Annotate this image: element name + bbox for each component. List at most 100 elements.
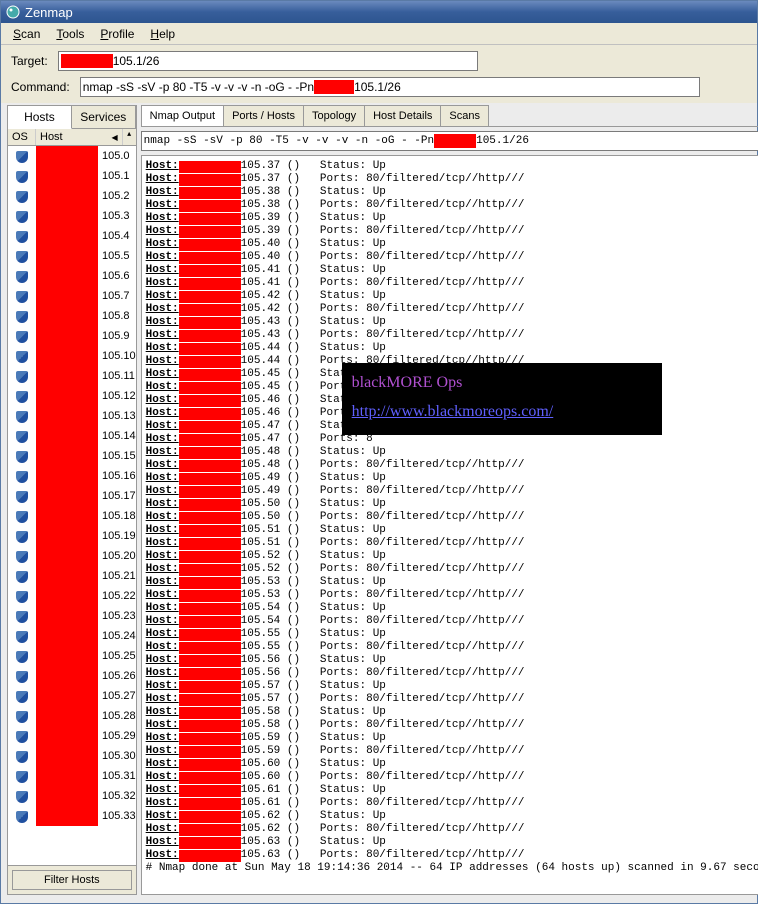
host-row[interactable]: 105.12 bbox=[8, 386, 136, 406]
host-row[interactable]: 105.11 bbox=[8, 366, 136, 386]
output-host-label: Host: bbox=[146, 680, 179, 693]
host-row[interactable]: 105.15 bbox=[8, 446, 136, 466]
output-host-label: Host: bbox=[146, 394, 179, 407]
host-row[interactable]: 105.2 bbox=[8, 186, 136, 206]
col-header-os[interactable]: OS bbox=[8, 129, 36, 145]
host-row[interactable]: 105.26 bbox=[8, 666, 136, 686]
output-line: Host: 105.48 () Ports: 80/filtered/tcp//… bbox=[146, 459, 758, 472]
host-row[interactable]: 105.14 bbox=[8, 426, 136, 446]
host-redacted bbox=[36, 626, 98, 646]
tab-scans[interactable]: Scans bbox=[440, 105, 489, 126]
output-line: Host: 105.61 () Status: Up bbox=[146, 784, 758, 797]
os-icon bbox=[8, 789, 36, 803]
host-row[interactable]: 105.27 bbox=[8, 686, 136, 706]
watermark-link: http://www.blackmoreops.com/ bbox=[352, 403, 554, 420]
host-suffix: 105.7 bbox=[98, 290, 130, 302]
output-redacted bbox=[179, 759, 241, 771]
host-suffix: 105.0 bbox=[98, 150, 130, 162]
output-line: Host: 105.48 () Status: Up bbox=[146, 446, 758, 459]
host-row[interactable]: 105.6 bbox=[8, 266, 136, 286]
scroll-up-icon[interactable]: ▴ bbox=[122, 129, 136, 145]
host-row[interactable]: 105.1 bbox=[8, 166, 136, 186]
host-suffix: 105.2 bbox=[98, 190, 130, 202]
host-row[interactable]: 105.32 bbox=[8, 786, 136, 806]
host-row[interactable]: 105.31 bbox=[8, 766, 136, 786]
output-host-label: Host: bbox=[146, 472, 179, 485]
output-host-label: Host: bbox=[146, 615, 179, 628]
host-suffix: 105.5 bbox=[98, 250, 130, 262]
host-row[interactable]: 105.18 bbox=[8, 506, 136, 526]
host-row[interactable]: 105.10 bbox=[8, 346, 136, 366]
output-host-label: Host: bbox=[146, 589, 179, 602]
host-row[interactable]: 105.3 bbox=[8, 206, 136, 226]
host-row[interactable]: 105.30 bbox=[8, 746, 136, 766]
host-row[interactable]: 105.8 bbox=[8, 306, 136, 326]
output-line: Host: 105.63 () Status: Up bbox=[146, 836, 758, 849]
menu-tools[interactable]: Tools bbox=[50, 25, 90, 43]
host-row[interactable]: 105.13 bbox=[8, 406, 136, 426]
tab-host-details[interactable]: Host Details bbox=[364, 105, 441, 126]
host-row[interactable]: 105.24 bbox=[8, 626, 136, 646]
host-redacted bbox=[36, 546, 98, 566]
host-row[interactable]: 105.0 bbox=[8, 146, 136, 166]
menu-profile[interactable]: Profile bbox=[94, 25, 140, 43]
tab-hosts[interactable]: Hosts bbox=[8, 106, 72, 129]
host-list[interactable]: 105.0 105.1 105.2 105.3105.4 105.5 105.6 105.7… bbox=[8, 146, 136, 865]
target-label: Target: bbox=[11, 54, 48, 68]
host-row[interactable]: 105.20 bbox=[8, 546, 136, 566]
host-redacted bbox=[36, 326, 98, 346]
command-input[interactable]: nmap -sS -sV -p 80 -T5 -v -v -v -n -oG -… bbox=[80, 77, 700, 97]
output-host-label: Host: bbox=[146, 537, 179, 550]
watermark-line1: blackMORE Ops bbox=[352, 369, 652, 398]
filter-hosts-button[interactable]: Filter Hosts bbox=[12, 870, 132, 890]
menu-help[interactable]: Help bbox=[144, 25, 181, 43]
host-row[interactable]: 105.22 bbox=[8, 586, 136, 606]
host-row[interactable]: 105.16 bbox=[8, 466, 136, 486]
nmap-output[interactable]: blackMORE Ops http://www.blackmoreops.co… bbox=[141, 155, 758, 895]
host-row[interactable]: 105.21 bbox=[8, 566, 136, 586]
output-line: Host: 105.54 () Status: Up bbox=[146, 602, 758, 615]
command-display[interactable]: nmap -sS -sV -p 80 -T5 -v -v -v -n -oG -… bbox=[141, 131, 758, 151]
os-icon bbox=[8, 629, 36, 643]
target-row: Target: 105.1/26 bbox=[1, 45, 757, 77]
target-input[interactable]: 105.1/26 bbox=[58, 51, 478, 71]
output-redacted bbox=[179, 330, 241, 342]
tab-ports-hosts[interactable]: Ports / Hosts bbox=[223, 105, 304, 126]
output-redacted bbox=[179, 434, 241, 446]
tab-nmap-output[interactable]: Nmap Output bbox=[141, 105, 224, 126]
output-line: Host: 105.40 () Status: Up bbox=[146, 238, 758, 251]
os-icon bbox=[8, 189, 36, 203]
command-label: Command: bbox=[11, 80, 70, 94]
host-row[interactable]: 105.28 bbox=[8, 706, 136, 726]
col-header-host[interactable]: Host ◀ bbox=[36, 129, 122, 145]
tab-services[interactable]: Services bbox=[72, 106, 136, 128]
output-line: Host: 105.51 () Ports: 80/filtered/tcp//… bbox=[146, 537, 758, 550]
host-suffix: 105.25 bbox=[98, 650, 136, 662]
output-redacted bbox=[179, 525, 241, 537]
host-row[interactable]: 105.4 bbox=[8, 226, 136, 246]
host-row[interactable]: 105.33 bbox=[8, 806, 136, 826]
host-redacted bbox=[36, 206, 98, 226]
output-host-label: Host: bbox=[146, 381, 179, 394]
host-row[interactable]: 105.17 bbox=[8, 486, 136, 506]
host-suffix: 105.11 bbox=[98, 370, 135, 382]
output-host-label: Host: bbox=[146, 368, 179, 381]
output-redacted bbox=[179, 291, 241, 303]
host-row[interactable]: 105.29 bbox=[8, 726, 136, 746]
os-icon bbox=[8, 389, 36, 403]
host-row[interactable]: 105.19 bbox=[8, 526, 136, 546]
host-redacted bbox=[36, 226, 98, 246]
output-redacted bbox=[179, 213, 241, 225]
output-line: Host: 105.38 () Ports: 80/filtered/tcp//… bbox=[146, 199, 758, 212]
menu-scan[interactable]: Scan bbox=[7, 25, 46, 43]
host-suffix: 105.33 bbox=[98, 810, 136, 822]
host-row[interactable]: 105.7 bbox=[8, 286, 136, 306]
host-row[interactable]: 105.5 bbox=[8, 246, 136, 266]
host-row[interactable]: 105.25 bbox=[8, 646, 136, 666]
output-line: Host: 105.53 () Ports: 80/filtered/tcp//… bbox=[146, 589, 758, 602]
host-row[interactable]: 105.9 bbox=[8, 326, 136, 346]
host-row[interactable]: 105.23 bbox=[8, 606, 136, 626]
output-host-label: Host: bbox=[146, 225, 179, 238]
tab-topology[interactable]: Topology bbox=[303, 105, 365, 126]
output-host-label: Host: bbox=[146, 498, 179, 511]
